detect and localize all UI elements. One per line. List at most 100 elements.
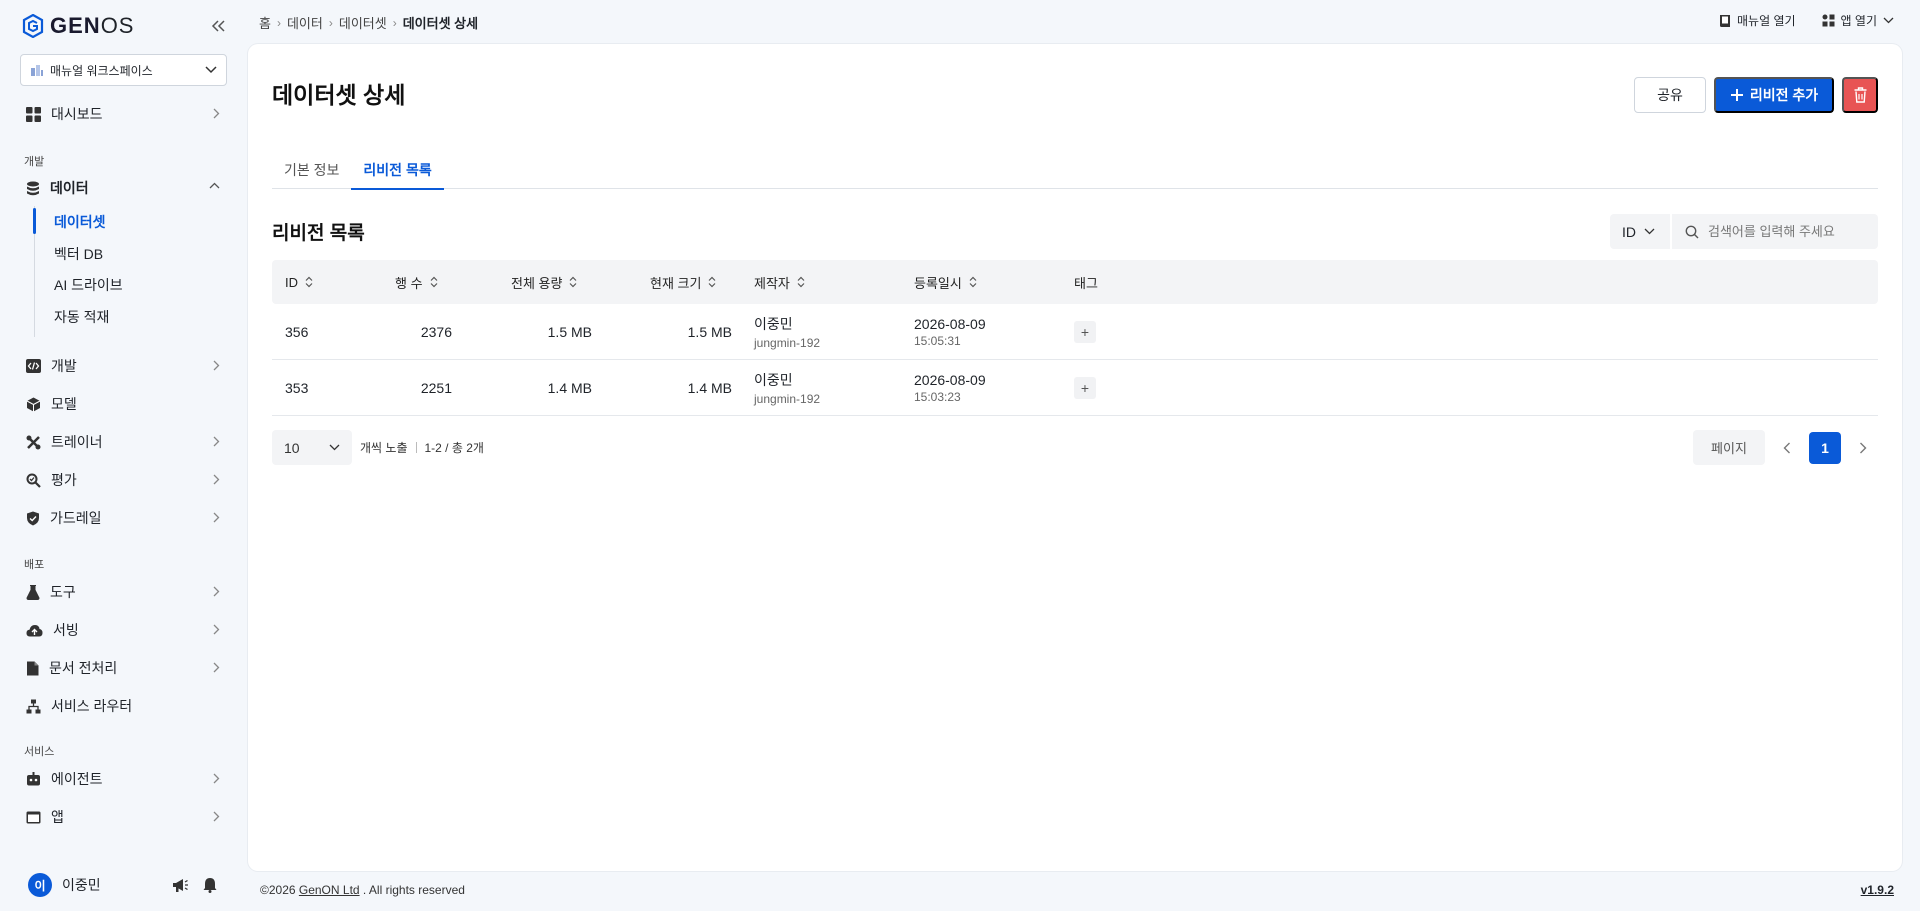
search-box: [1672, 214, 1878, 249]
author-id: jungmin-192: [754, 392, 821, 406]
breadcrumb-dataset[interactable]: 데이터셋: [339, 13, 387, 32]
sidebar-subitem-dataset[interactable]: 데이터셋: [34, 207, 230, 237]
add-revision-label: 리비전 추가: [1749, 87, 1819, 103]
dashboard-icon: [26, 106, 41, 122]
company-link[interactable]: GenON Ltd: [299, 883, 360, 897]
sort-icon: [797, 276, 805, 288]
breadcrumb-separator-icon: ›: [276, 15, 281, 30]
sidebar-item-label: 에이전트: [51, 771, 103, 787]
page-size-control: 10 개씩 노출 1-2 / 총 2개: [272, 430, 484, 465]
logo-text: GEN: [50, 13, 101, 38]
user-profile[interactable]: 이 이중민: [16, 870, 230, 900]
sidebar-item-evaluate[interactable]: 평가: [16, 463, 230, 497]
breadcrumb-home[interactable]: 홈: [259, 13, 271, 32]
open-manual-button[interactable]: 매뉴얼 열기: [1719, 12, 1796, 29]
cell-tags: +: [1074, 360, 1096, 416]
sort-icon: [969, 276, 977, 288]
collapse-sidebar-icon[interactable]: [208, 16, 228, 36]
cell-id: 356: [285, 324, 309, 340]
sidebar-item-data[interactable]: 데이터: [16, 171, 230, 205]
page-jump-input[interactable]: 페이지: [1693, 430, 1765, 465]
column-header-created[interactable]: 등록일시: [914, 260, 977, 304]
prev-page-icon[interactable]: [1775, 436, 1799, 460]
chevron-right-icon: [213, 474, 220, 485]
shield-check-icon: [27, 511, 39, 525]
column-header-tags: 태그: [1074, 260, 1098, 304]
sidebar-item-model[interactable]: 모델: [16, 387, 230, 421]
logo[interactable]: GENOS: [22, 12, 134, 40]
search-field-select[interactable]: ID: [1610, 214, 1670, 249]
cube-icon: [26, 397, 41, 411]
add-tag-icon[interactable]: +: [1074, 321, 1096, 343]
sidebar-item-label: 평가: [51, 472, 77, 488]
sidebar-item-service-router[interactable]: 서비스 라우터: [16, 689, 230, 723]
section-label-deploy: 배포: [24, 559, 45, 571]
column-header-label: 등록일시: [914, 275, 962, 291]
column-header-label: 태그: [1074, 275, 1098, 291]
sidebar-item-trainer[interactable]: 트레이너: [16, 425, 230, 459]
page-number-current[interactable]: 1: [1809, 431, 1841, 464]
chevron-right-icon: [213, 108, 220, 119]
next-page-icon[interactable]: [1851, 436, 1875, 460]
created-date: 2026-08-09: [914, 372, 986, 388]
sidebar-item-label: 데이터: [50, 180, 89, 196]
tab-basic-info[interactable]: 기본 정보: [272, 156, 351, 189]
sidebar-item-tools[interactable]: 도구: [16, 575, 230, 609]
network-icon: [26, 699, 41, 713]
sidebar-item-label: 대시보드: [51, 106, 103, 122]
document-icon: [27, 661, 39, 675]
sidebar-subitem-vector-db[interactable]: 벡터 DB: [34, 239, 230, 269]
chevron-down-icon: [1644, 228, 1655, 235]
search-check-icon: [26, 473, 41, 488]
sidebar-item-app[interactable]: 앱: [16, 800, 230, 834]
breadcrumb-separator-icon: ›: [328, 15, 333, 30]
cell-tags: +: [1074, 304, 1096, 360]
sidebar-subitem-auto-load[interactable]: 자동 적재: [34, 302, 230, 332]
bell-icon[interactable]: [200, 875, 220, 895]
column-header-rows[interactable]: 행 수: [395, 260, 438, 304]
breadcrumb-current: 데이터셋 상세: [402, 16, 479, 31]
chevron-right-icon: [213, 624, 220, 635]
cell-total-size: 1.4 MB: [547, 380, 592, 396]
author-name: 이중민: [754, 316, 793, 332]
sidebar-item-dashboard[interactable]: 대시보드: [16, 97, 230, 131]
open-app-button[interactable]: 앱 열기: [1822, 12, 1894, 29]
sidebar-item-serving[interactable]: 서빙: [16, 613, 230, 647]
chevron-right-icon: [213, 811, 220, 822]
column-header-total-size[interactable]: 전체 용량: [511, 260, 577, 304]
trash-icon: [1854, 87, 1866, 103]
cell-current-size: 1.4 MB: [687, 380, 732, 396]
megaphone-icon[interactable]: [170, 875, 190, 895]
chevron-right-icon: [213, 773, 220, 784]
add-tag-icon[interactable]: +: [1074, 377, 1096, 399]
version-link[interactable]: v1.9.2: [1861, 883, 1894, 897]
table-row[interactable]: 353 2251 1.4 MB 1.4 MB 이중민 jungmin-192 2…: [272, 360, 1878, 416]
page-size-select[interactable]: 10: [272, 430, 352, 465]
workspace-select[interactable]: 매뉴얼 워크스페이스: [20, 54, 227, 86]
sidebar-item-doc-preprocess[interactable]: 문서 전처리: [16, 651, 230, 685]
column-header-label: 제작자: [754, 275, 790, 291]
column-header-current-size[interactable]: 현재 크기: [650, 260, 716, 304]
table-row[interactable]: 356 2376 1.5 MB 1.5 MB 이중민 jungmin-192 2…: [272, 304, 1878, 360]
chevron-down-icon: [1883, 17, 1894, 24]
open-app-label: 앱 열기: [1840, 14, 1877, 28]
sidebar-subitem-ai-drive[interactable]: AI 드라이브: [34, 270, 230, 300]
breadcrumb-data[interactable]: 데이터: [287, 13, 323, 32]
sidebar-item-label: 모델: [51, 396, 77, 412]
tab-revision-list[interactable]: 리비전 목록: [351, 156, 445, 190]
column-header-label: ID: [285, 274, 298, 290]
chevron-right-icon: [213, 512, 220, 523]
column-header-id[interactable]: ID: [285, 260, 313, 304]
workspace-label: 매뉴얼 워크스페이스: [50, 63, 153, 78]
sidebar-item-label: 문서 전처리: [49, 660, 118, 676]
search-input[interactable]: [1708, 224, 1868, 239]
section-label-service: 서비스: [24, 746, 55, 758]
column-header-author[interactable]: 제작자: [754, 260, 805, 304]
delete-button[interactable]: [1842, 77, 1878, 113]
table-header: ID 행 수 전체 용량 현재 크기 제작자 등록일시 태그: [272, 260, 1878, 304]
sidebar-item-agent[interactable]: 에이전트: [16, 762, 230, 796]
add-revision-button[interactable]: 리비전 추가: [1714, 77, 1834, 113]
sidebar-item-guardrail[interactable]: 가드레일: [16, 501, 230, 535]
sidebar-item-develop[interactable]: 개발: [16, 349, 230, 383]
share-button[interactable]: 공유: [1634, 77, 1706, 113]
